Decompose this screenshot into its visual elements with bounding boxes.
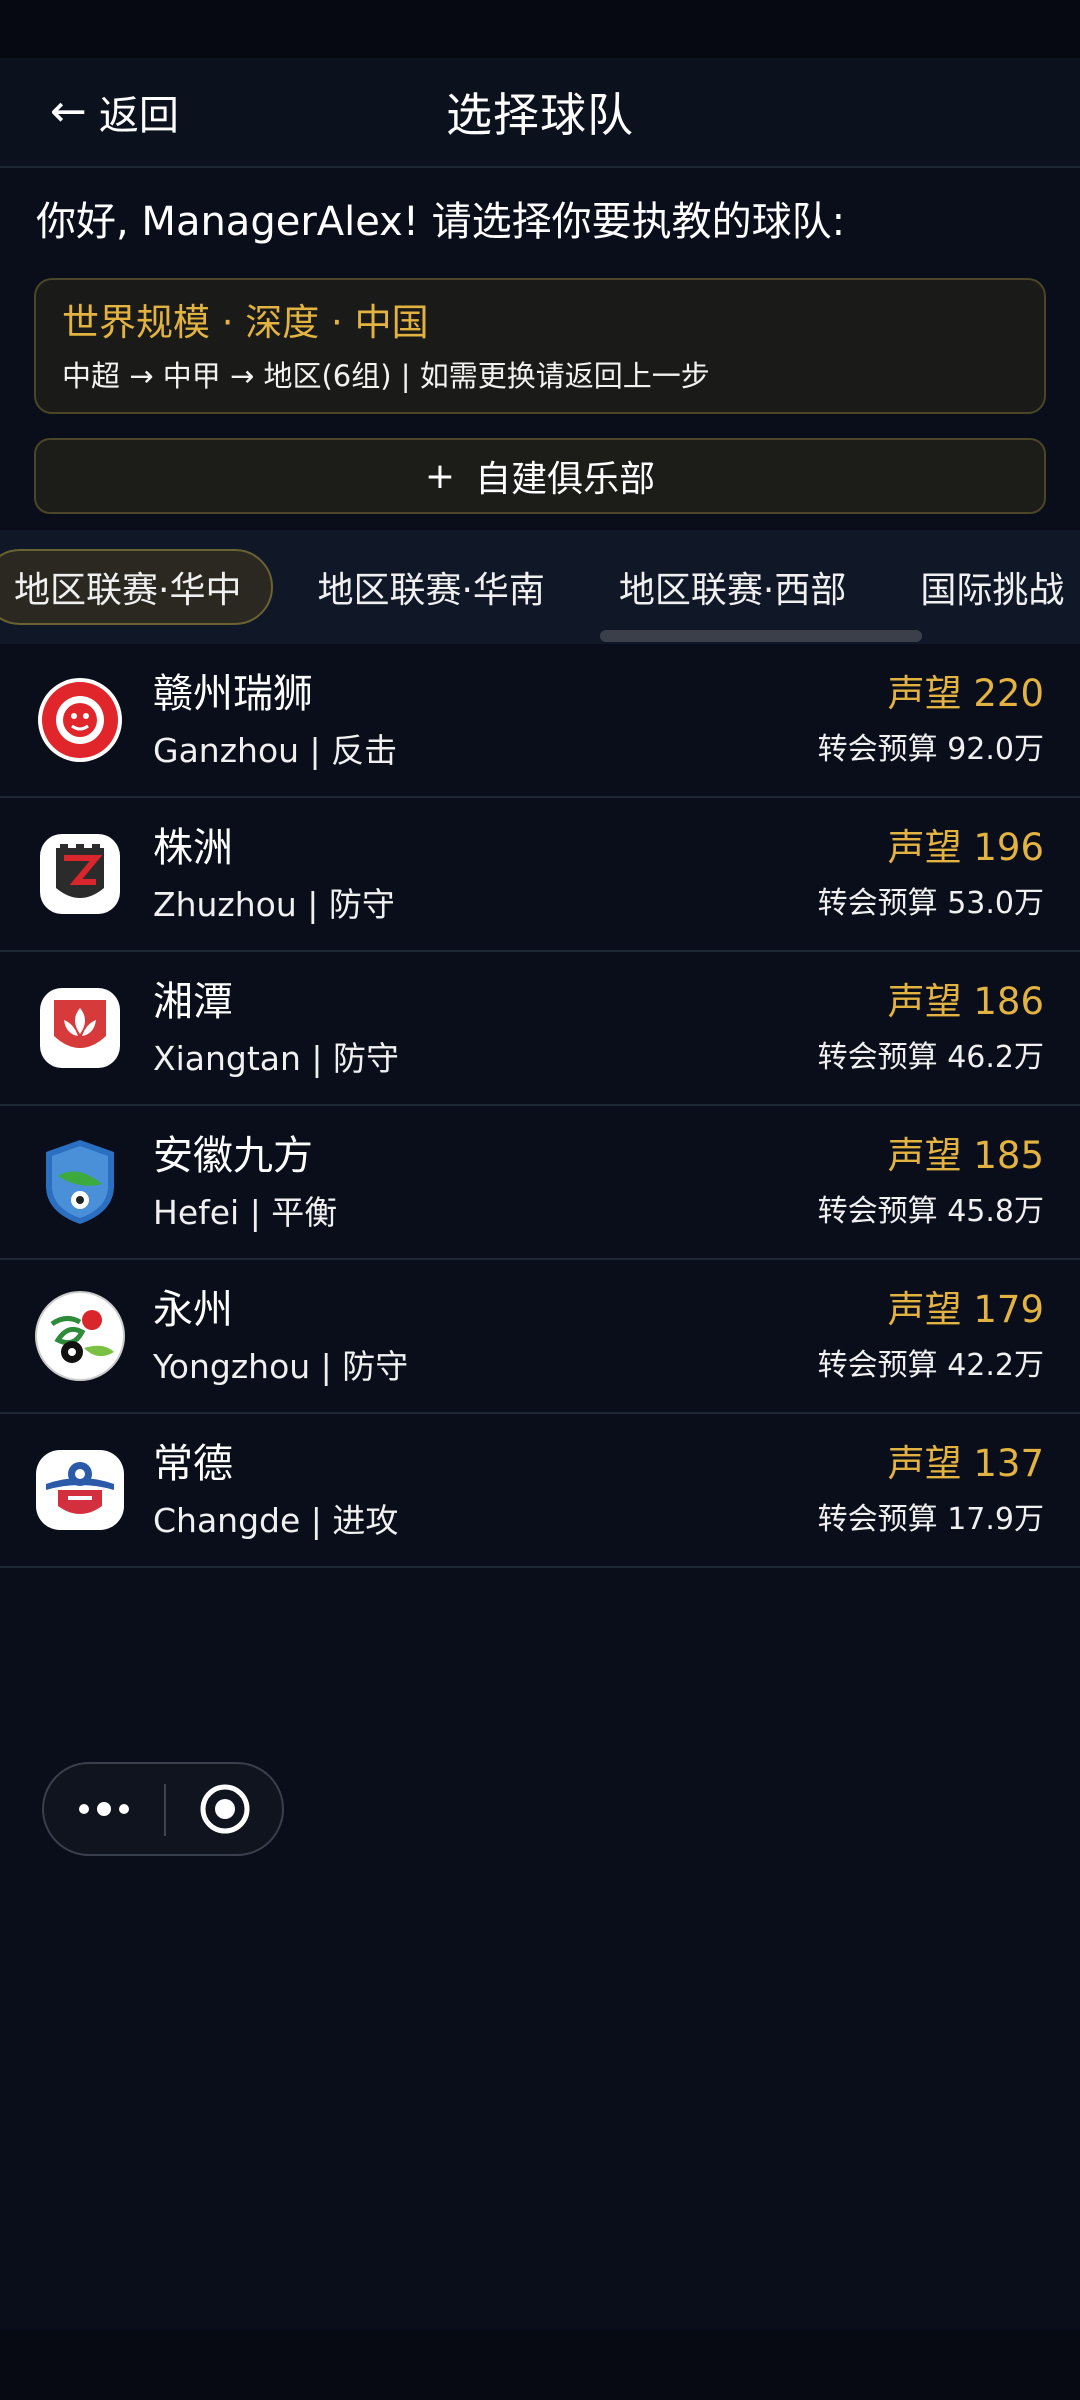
plus-icon: + <box>424 455 456 497</box>
more-dots-icon <box>79 1802 129 1816</box>
lotus-crest-icon <box>40 988 120 1068</box>
top-navigation-bar: ← 返回 选择球队 <box>0 58 1080 168</box>
castle-crest-icon <box>40 834 120 914</box>
greeting-text: 你好, ManagerAlex! 请选择你要执教的球队: <box>36 199 846 245</box>
shield-ball-icon <box>46 1140 114 1224</box>
tab-south-region[interactable]: 地区联赛·华南 <box>287 549 574 625</box>
tab-west-region[interactable]: 地区联赛·西部 <box>589 549 876 625</box>
tabs-scrollbar[interactable] <box>600 630 922 642</box>
tab-international[interactable]: 国际挑战 <box>890 549 1080 625</box>
page-title: 选择球队 <box>446 88 634 142</box>
team-budget: 转会预算 42.2万 <box>817 1348 1044 1383</box>
create-club-label: 自建俱乐部 <box>475 459 656 500</box>
team-name: 常德 <box>153 1441 233 1487</box>
status-bar <box>0 0 1080 58</box>
team-row-changde[interactable]: 常德 Changde | 进攻 声望 137 转会预算 17.9万 <box>0 1414 1080 1568</box>
world-info-card: 世界规模 · 深度 · 中国 中超 → 中甲 → 地区(6组) | 如需更换请返… <box>34 278 1046 414</box>
team-row-ganzhou[interactable]: 赣州瑞狮 Ganzhou | 反击 声望 220 转会预算 92.0万 <box>0 644 1080 798</box>
lion-crest-icon <box>38 678 122 762</box>
team-city-style: Zhuzhou | 防守 <box>153 885 395 924</box>
team-name: 安徽九方 <box>153 1133 313 1179</box>
mini-program-capsule <box>42 1762 284 1856</box>
team-budget: 转会预算 92.0万 <box>817 732 1044 767</box>
team-city-style: Xiangtan | 防守 <box>153 1039 400 1078</box>
team-list: 赣州瑞狮 Ganzhou | 反击 声望 220 转会预算 92.0万 株洲 Z… <box>0 644 1080 1568</box>
team-budget: 转会预算 17.9万 <box>817 1502 1044 1537</box>
league-tabs: 地区联赛·华中 地区联赛·华南 地区联赛·西部 国际挑战 <box>0 530 1080 644</box>
team-city-style: Hefei | 平衡 <box>153 1193 338 1232</box>
team-row-xiangtan[interactable]: 湘潭 Xiangtan | 防守 声望 186 转会预算 46.2万 <box>0 952 1080 1106</box>
more-options-button[interactable] <box>44 1764 164 1854</box>
tab-central-region[interactable]: 地区联赛·华中 <box>0 549 274 625</box>
team-city-style: Yongzhou | 防守 <box>153 1347 409 1386</box>
team-reputation: 声望 196 <box>887 826 1044 869</box>
team-budget: 转会预算 46.2万 <box>817 1040 1044 1075</box>
team-name: 湘潭 <box>153 979 233 1025</box>
team-row-yongzhou[interactable]: 永州 Yongzhou | 防守 声望 179 转会预算 42.2万 <box>0 1260 1080 1414</box>
calligraphy-ball-icon <box>35 1291 125 1381</box>
target-circle-icon <box>200 1784 250 1834</box>
team-reputation: 声望 186 <box>887 980 1044 1023</box>
world-info-title: 世界规模 · 深度 · 中国 <box>62 301 429 344</box>
team-reputation: 声望 185 <box>887 1134 1044 1177</box>
wing-ball-icon <box>36 1450 124 1530</box>
world-info-subtitle: 中超 → 中甲 → 地区(6组) | 如需更换请返回上一步 <box>62 359 710 393</box>
system-navigation-bar <box>0 2330 1080 2400</box>
create-club-button[interactable]: + 自建俱乐部 <box>34 438 1046 514</box>
team-city-style: Changde | 进攻 <box>153 1501 399 1540</box>
team-name: 株洲 <box>153 825 233 871</box>
team-reputation: 声望 179 <box>887 1288 1044 1331</box>
team-row-hefei[interactable]: 安徽九方 Hefei | 平衡 声望 185 转会预算 45.8万 <box>0 1106 1080 1260</box>
team-reputation: 声望 137 <box>887 1442 1044 1485</box>
team-name: 赣州瑞狮 <box>153 671 313 717</box>
close-mini-program-button[interactable] <box>166 1764 284 1854</box>
team-reputation: 声望 220 <box>887 672 1044 715</box>
team-city-style: Ganzhou | 反击 <box>153 731 398 770</box>
team-budget: 转会预算 53.0万 <box>817 886 1044 921</box>
team-row-zhuzhou[interactable]: 株洲 Zhuzhou | 防守 声望 196 转会预算 53.0万 <box>0 798 1080 952</box>
team-name: 永州 <box>153 1287 233 1333</box>
team-budget: 转会预算 45.8万 <box>817 1194 1044 1229</box>
